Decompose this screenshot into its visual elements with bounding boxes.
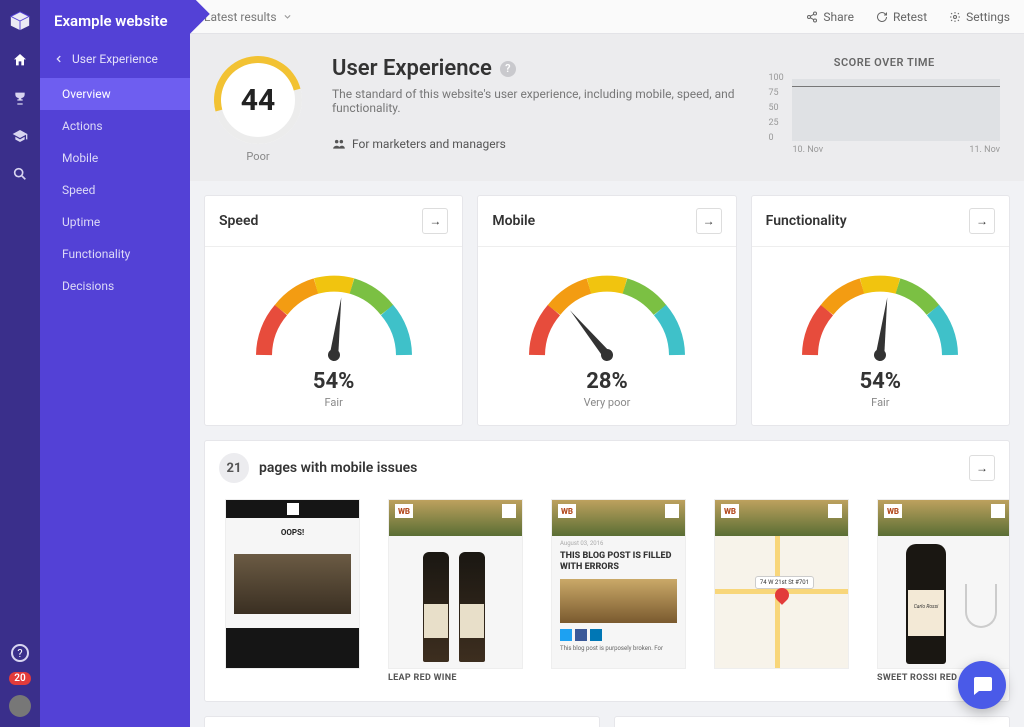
audience-label: For marketers and managers (332, 137, 738, 151)
retest-button[interactable]: Retest (876, 10, 927, 24)
functionality-card: Functionality → 54% (751, 195, 1010, 426)
page-thumbnail[interactable]: WBAugust 03, 2016THIS BLOG POST IS FILLE… (551, 499, 686, 683)
rail-search-icon[interactable] (10, 164, 30, 184)
score-over-time-chart: SCORE OVER TIME 100 75 50 25 0 10. Nov 1… (768, 56, 1000, 155)
card-title: Speed (219, 213, 258, 229)
sidebar-item-actions[interactable]: Actions (40, 110, 190, 142)
gauge-label: Very poor (488, 396, 725, 409)
help-icon[interactable]: ? (11, 644, 29, 662)
sidebar-back-label: User Experience (72, 52, 158, 66)
mobile-issues-card: 21 pages with mobile issues → OOPS! WB L… (204, 440, 1010, 702)
page-subtitle: The standard of this website's user expe… (332, 87, 738, 115)
speed-card: Speed → 54% (204, 195, 463, 426)
page-thumbnail[interactable]: OOPS! (225, 499, 360, 683)
mobile-gauge (517, 265, 697, 365)
notification-badge[interactable]: 20 (9, 672, 30, 685)
help-tooltip-icon[interactable]: ? (500, 61, 516, 77)
brand-logo-icon (9, 10, 31, 32)
chart-series-line (792, 86, 1000, 87)
sidebar-item-functionality[interactable]: Functionality (40, 238, 190, 270)
rail-home-icon[interactable] (10, 50, 30, 70)
card-arrow-button[interactable]: → (969, 208, 995, 234)
chat-fab[interactable] (958, 661, 1006, 709)
sidebar: Example website User Experience Overview… (40, 0, 190, 727)
hero: 44 Poor User Experience? The standard of… (190, 34, 1024, 181)
rail-trophy-icon[interactable] (10, 88, 30, 108)
gear-icon (949, 11, 961, 23)
card-arrow-button[interactable]: → (422, 208, 448, 234)
sidebar-back[interactable]: User Experience (40, 46, 190, 78)
settings-button[interactable]: Settings (949, 10, 1010, 24)
gauge-value: 54% (762, 369, 999, 394)
chevron-down-icon (283, 12, 292, 21)
gauge-label: Fair (215, 396, 452, 409)
chevron-left-icon (54, 54, 64, 64)
sidebar-item-overview[interactable]: Overview (40, 78, 190, 110)
avatar[interactable] (9, 695, 31, 717)
page-thumbnail[interactable]: WBCarlo Rossi SWEET ROSSI RED (877, 499, 1009, 683)
mobile-card: Mobile → 28% (477, 195, 736, 426)
card-title: pages with mobile issues (259, 460, 417, 476)
gauge-value: 28% (488, 369, 725, 394)
issues-count: 21 (219, 453, 249, 483)
functionality-gauge (790, 265, 970, 365)
topbar: Latest results Share Retest Settings (190, 0, 1024, 34)
sidebar-item-speed[interactable]: Speed (40, 174, 190, 206)
card-arrow-button[interactable]: → (969, 455, 995, 481)
sidebar-item-uptime[interactable]: Uptime (40, 206, 190, 238)
chart-title: SCORE OVER TIME (768, 56, 1000, 69)
site-name: Example website (40, 12, 190, 46)
uptime-over-time-card: Uptime % over time (614, 716, 1010, 727)
chat-icon (970, 673, 994, 697)
card-title: Mobile (492, 213, 535, 229)
card-arrow-button[interactable]: → (696, 208, 722, 234)
page-title: User Experience? (332, 56, 738, 81)
overall-score-label: Poor (214, 150, 302, 163)
rail-graduation-icon[interactable] (10, 126, 30, 146)
speed-gauge (244, 265, 424, 365)
page-thumbnail[interactable]: WB74 W 21st St #701 (714, 499, 849, 683)
page-load-times-card: Page load times→ (204, 716, 600, 727)
overall-score-ring: 44 (214, 56, 302, 144)
breadcrumb-dropdown[interactable]: Latest results (204, 10, 292, 24)
share-button[interactable]: Share (806, 10, 854, 24)
page-thumbnail[interactable]: WB LEAP RED WINE (388, 499, 523, 683)
retest-icon (876, 11, 888, 23)
sidebar-item-decisions[interactable]: Decisions (40, 270, 190, 302)
gauge-label: Fair (762, 396, 999, 409)
breadcrumb-label: Latest results (204, 10, 277, 24)
icon-rail: ? 20 (0, 0, 40, 727)
gauge-value: 54% (215, 369, 452, 394)
users-icon (332, 137, 346, 151)
share-icon (806, 11, 818, 23)
overall-score-value: 44 (241, 83, 275, 118)
sidebar-item-mobile[interactable]: Mobile (40, 142, 190, 174)
card-title: Functionality (766, 213, 847, 229)
